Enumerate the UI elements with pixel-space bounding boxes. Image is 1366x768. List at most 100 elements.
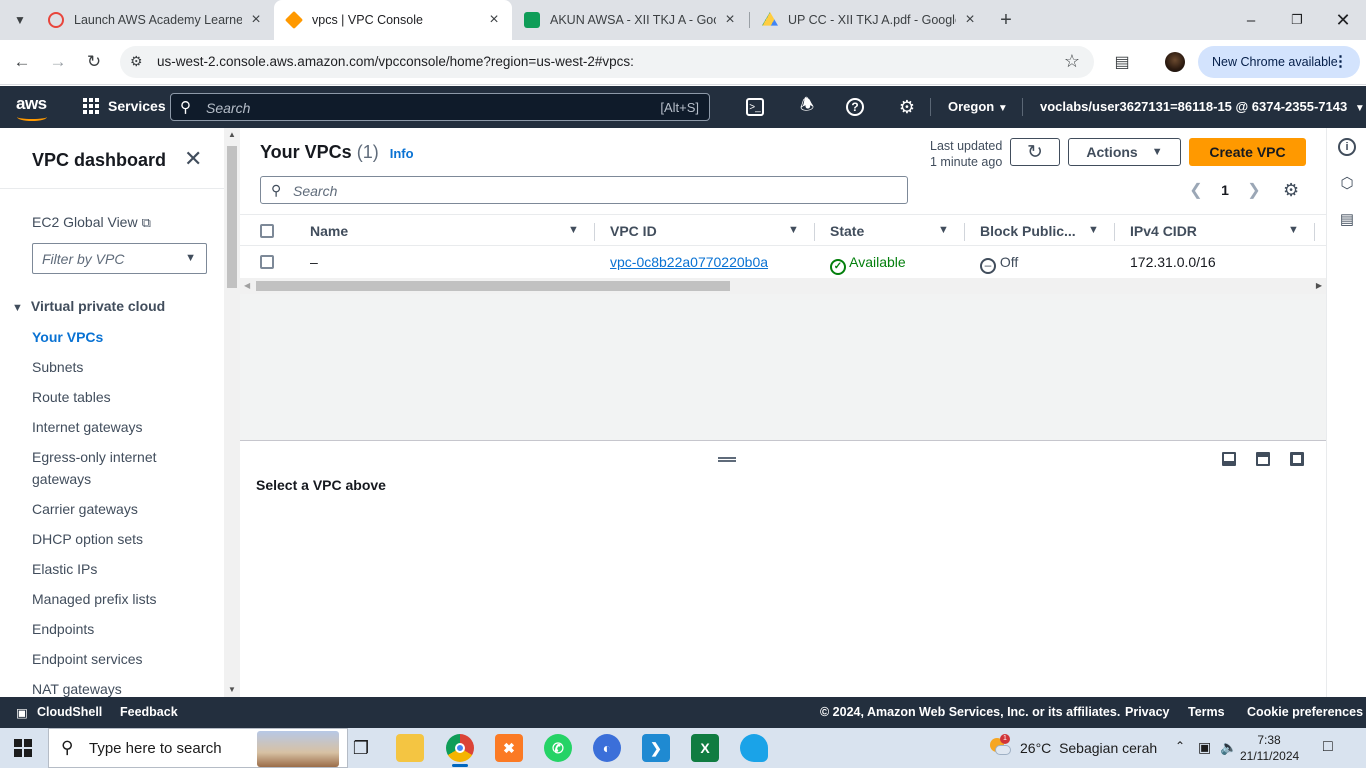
xampp-icon[interactable]: ✖ xyxy=(495,734,523,762)
info-icon[interactable]: i xyxy=(1338,138,1356,156)
cloudshell-link[interactable]: CloudShell xyxy=(37,705,102,719)
services-menu-button[interactable]: Services xyxy=(83,98,166,114)
sidebar-item-egress-only-internet-gateways[interactable]: Egress-only internet gateways xyxy=(32,446,192,490)
browser-app-icon[interactable]: ◐ xyxy=(593,734,621,762)
page-number[interactable]: 1 xyxy=(1206,182,1244,198)
column-resizer[interactable] xyxy=(814,223,815,241)
vscode-icon[interactable]: ❯ xyxy=(642,734,670,762)
reload-icon[interactable]: ↻ xyxy=(80,48,108,76)
excel-icon[interactable]: X xyxy=(691,734,719,762)
aws-search-input[interactable]: ⚲ Search [Alt+S] xyxy=(170,93,710,121)
scrollbar-thumb[interactable] xyxy=(256,281,730,291)
taskbar-search-box[interactable]: ⚲ Type here to search xyxy=(48,728,348,768)
sidebar-item-carrier-gateways[interactable]: Carrier gateways xyxy=(32,498,138,520)
extensions-puzzle-icon[interactable]: ▤ xyxy=(1108,48,1136,76)
column-header-ipv4-cidr[interactable]: IPv4 CIDR xyxy=(1130,223,1197,239)
row-checkbox[interactable] xyxy=(260,255,274,269)
close-icon[interactable]: × xyxy=(486,11,502,29)
close-icon[interactable]: × xyxy=(248,11,264,29)
scroll-up-arrow-icon[interactable]: ▲ xyxy=(228,130,236,139)
sidebar-scrollbar[interactable]: ▲ ▼ xyxy=(224,128,240,697)
tab-search-chevron-icon[interactable]: ▼ xyxy=(8,8,32,32)
notifications-bell-icon[interactable]: 🕭 xyxy=(796,96,818,118)
restore-icon[interactable]: ❐ xyxy=(1274,0,1320,40)
column-resizer[interactable] xyxy=(1314,223,1315,241)
help-icon[interactable]: ? xyxy=(846,98,864,116)
sort-caret-icon[interactable]: ▼ xyxy=(568,224,579,236)
column-header-name[interactable]: Name xyxy=(310,223,348,239)
scroll-left-arrow-icon[interactable]: ◀ xyxy=(244,281,250,290)
notification-icon[interactable]: □ xyxy=(1323,738,1333,756)
tab-google-drive-pdf[interactable]: UP CC - XII TKJ A.pdf - Google D × xyxy=(752,6,988,34)
new-tab-plus-icon[interactable]: + xyxy=(994,8,1018,32)
vpc-id-link[interactable]: vpc-0c8b22a0770220b0a xyxy=(610,254,768,270)
weather-widget[interactable]: 1 26°C Sebagian cerah xyxy=(988,734,1157,758)
aws-logo[interactable]: aws xyxy=(16,94,47,121)
split-panel-bottom-icon[interactable] xyxy=(1222,452,1236,466)
close-window-icon[interactable]: ✕ xyxy=(1320,0,1366,40)
info-link[interactable]: Info xyxy=(390,146,414,161)
chrome-icon[interactable] xyxy=(446,734,474,767)
create-vpc-button[interactable]: Create VPC xyxy=(1189,138,1306,166)
account-menu[interactable]: voclabs/user3627131=86118-15 @ 6374-2355… xyxy=(1040,99,1365,114)
split-panel-resize-handle[interactable] xyxy=(718,457,736,462)
hexagon-icon[interactable]: ⬡ xyxy=(1338,174,1356,192)
close-icon[interactable]: × xyxy=(722,11,738,29)
minimize-icon[interactable]: – xyxy=(1228,0,1274,40)
volume-icon[interactable]: 🔈 xyxy=(1220,739,1237,756)
section-virtual-private-cloud[interactable]: ▼ Virtual private cloud xyxy=(12,298,165,314)
ec2-global-view-link[interactable]: EC2 Global View ⧉ xyxy=(32,214,151,231)
file-explorer-icon[interactable] xyxy=(396,734,424,762)
sidebar-item-endpoints[interactable]: Endpoints xyxy=(32,618,94,640)
windows-start-icon[interactable] xyxy=(14,739,32,757)
table-row[interactable]: – vpc-0c8b22a0770220b0a ✓ Available – Of… xyxy=(240,246,1326,278)
sidebar-item-route-tables[interactable]: Route tables xyxy=(32,386,111,408)
site-info-icon[interactable]: ⚙ xyxy=(130,53,143,70)
scrollbar-thumb[interactable] xyxy=(227,146,237,288)
app-icon[interactable] xyxy=(740,734,768,762)
tab-aws-academy[interactable]: Launch AWS Academy Learner L × xyxy=(38,6,274,34)
filter-by-vpc-select[interactable]: Filter by VPC ▼ xyxy=(32,243,207,274)
column-resizer[interactable] xyxy=(594,223,595,241)
feedback-link[interactable]: Feedback xyxy=(120,705,178,719)
task-view-icon[interactable]: ❐ xyxy=(347,734,375,762)
column-header-vpc-id[interactable]: VPC ID xyxy=(610,223,657,239)
table-horizontal-scrollbar[interactable]: ◀ ▶ xyxy=(240,278,1326,294)
sidebar-item-nat-gateways[interactable]: NAT gateways xyxy=(32,678,122,697)
sidebar-item-your-vpcs[interactable]: Your VPCs xyxy=(32,326,103,348)
sort-caret-icon[interactable]: ▼ xyxy=(1288,224,1299,236)
chevron-left-icon[interactable]: ❮ xyxy=(1186,180,1206,200)
new-chrome-available-button[interactable]: New Chrome available ⋮ xyxy=(1198,46,1360,78)
feedback-chart-icon[interactable]: ▤ xyxy=(1338,210,1356,228)
sidebar-item-dhcp-option-sets[interactable]: DHCP option sets xyxy=(32,528,143,550)
address-bar[interactable]: ⚙ us-west-2.console.aws.amazon.com/vpcco… xyxy=(120,46,1094,78)
column-resizer[interactable] xyxy=(1114,223,1115,241)
split-panel-full-icon[interactable] xyxy=(1290,452,1304,466)
back-arrow-icon[interactable]: ← xyxy=(8,48,36,76)
scroll-right-arrow-icon[interactable]: ▶ xyxy=(1316,281,1322,290)
column-header-block-public[interactable]: Block Public... xyxy=(980,223,1076,239)
whatsapp-icon[interactable]: ✆ xyxy=(544,734,572,762)
network-icon[interactable]: ▣ xyxy=(1198,739,1211,756)
terms-link[interactable]: Terms xyxy=(1188,705,1225,719)
actions-button[interactable]: Actions ▼ xyxy=(1068,138,1181,166)
column-resizer[interactable] xyxy=(964,223,965,241)
table-preferences-gear-icon[interactable]: ⚙ xyxy=(1283,180,1299,201)
sidebar-item-elastic-ips[interactable]: Elastic IPs xyxy=(32,558,97,580)
split-panel-side-icon[interactable] xyxy=(1256,452,1270,466)
privacy-link[interactable]: Privacy xyxy=(1125,705,1169,719)
more-vert-icon[interactable]: ⋮ xyxy=(1333,52,1348,70)
cookie-preferences-link[interactable]: Cookie preferences xyxy=(1247,705,1363,719)
profile-avatar[interactable] xyxy=(1165,52,1185,72)
sidebar-item-subnets[interactable]: Subnets xyxy=(32,356,83,378)
sidebar-item-managed-prefix-lists[interactable]: Managed prefix lists xyxy=(32,588,157,610)
sort-caret-icon[interactable]: ▼ xyxy=(788,224,799,236)
tab-vpc-console[interactable]: vpcs | VPC Console × xyxy=(274,0,512,40)
close-icon[interactable]: × xyxy=(962,11,978,29)
forward-arrow-icon[interactable]: → xyxy=(44,48,72,76)
refresh-button[interactable]: ↻ xyxy=(1010,138,1060,166)
sort-caret-icon[interactable]: ▼ xyxy=(1088,224,1099,236)
select-all-checkbox[interactable] xyxy=(260,224,274,238)
sidebar-item-endpoint-services[interactable]: Endpoint services xyxy=(32,648,143,670)
taskbar-clock[interactable]: 7:38 21/11/2024 xyxy=(1240,732,1299,764)
